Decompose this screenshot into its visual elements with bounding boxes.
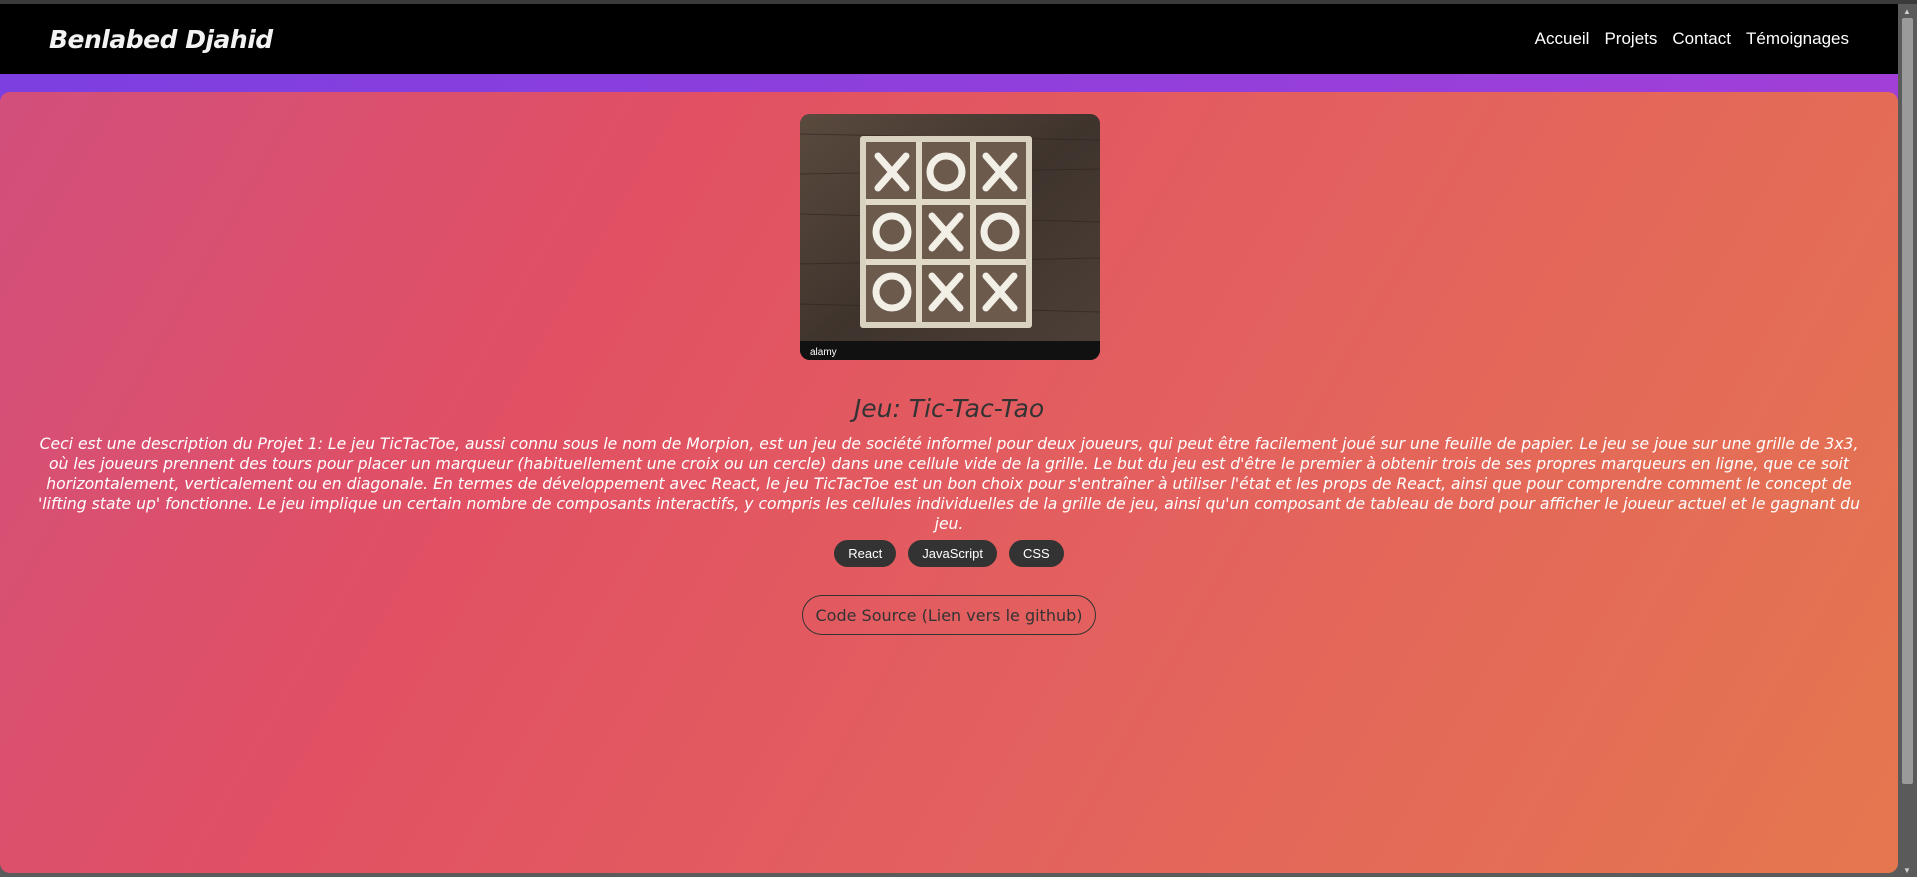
- scrollbar-thumb[interactable]: [1902, 18, 1913, 784]
- project-description: Ceci est une description du Projet 1: Le…: [38, 435, 1860, 533]
- tag-react: React: [834, 540, 897, 567]
- project-title: Jeu: Tic-Tac-Tao: [853, 394, 1045, 423]
- nav-links: Accueil Projets Contact Témoignages: [1535, 29, 1849, 49]
- nav-link-projets[interactable]: Projets: [1604, 29, 1657, 49]
- tic-tac-toe-board-image: alamy: [800, 114, 1100, 360]
- project-card: alamy Jeu: Tic-Tac-Tao Ceci est une desc…: [0, 92, 1898, 873]
- source-code-button[interactable]: Code Source (Lien vers le github): [802, 595, 1096, 635]
- navbar: Benlabed Djahid Accueil Projets Contact …: [0, 4, 1898, 74]
- tag-css: CSS: [1008, 540, 1064, 567]
- nav-link-accueil[interactable]: Accueil: [1535, 29, 1590, 49]
- scroll-up-icon[interactable]: ▲: [1903, 7, 1911, 16]
- nav-link-temoignages[interactable]: Témoignages: [1746, 29, 1849, 49]
- image-watermark: alamy: [810, 347, 837, 358]
- tag-javascript: JavaScript: [908, 540, 997, 567]
- vertical-scrollbar[interactable]: ▲ ▼: [1898, 4, 1917, 877]
- nav-link-contact[interactable]: Contact: [1672, 29, 1731, 49]
- brand-logo-text[interactable]: Benlabed Djahid: [49, 25, 273, 54]
- tech-tags: React JavaScript CSS: [0, 540, 1898, 567]
- tic-tac-toe-board-illustration: alamy: [800, 114, 1100, 360]
- scroll-down-icon[interactable]: ▼: [1903, 866, 1911, 875]
